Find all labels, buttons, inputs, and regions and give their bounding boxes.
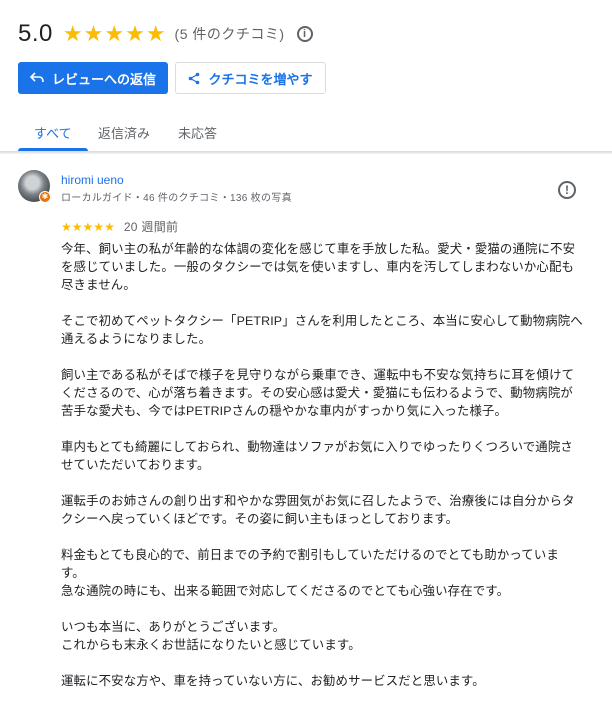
tabs-divider xyxy=(0,151,612,154)
get-more-reviews-button[interactable]: クチコミを増やす xyxy=(175,62,326,94)
review-time: 20 週間前 xyxy=(123,220,179,234)
local-guide-badge-icon: ✱ xyxy=(39,191,51,203)
flag-icon[interactable]: ! xyxy=(558,181,576,199)
review-paragraph: 今年、飼い主の私が年齢的な体調の変化を感じて車を手放した私。愛犬・愛猫の通院に不… xyxy=(61,242,576,292)
review-paragraph: いつも本当に、ありがとうございます。 これからも末永くお世話になりたいと感じてい… xyxy=(61,620,361,652)
tab-unanswered[interactable]: 未応答 xyxy=(178,114,217,150)
review-filter-tabs: すべて 返信済み 未応答 xyxy=(0,114,612,151)
review-paragraph: そこで初めてペットタクシー「PETRIP」さんを利用したところ、本当に安心して動… xyxy=(61,314,583,346)
star-icon: ★ xyxy=(104,21,125,46)
review-paragraph: 運転手のお姉さんの創り出す和やかな雰囲気がお気に召したようで、治療後には自分から… xyxy=(61,494,575,526)
star-icon: ★ xyxy=(145,21,166,46)
review-rating: ★ ★ ★ ★ ★ 20 週間前 xyxy=(61,218,178,235)
avatar[interactable]: ✱ xyxy=(18,170,51,203)
review-author[interactable]: hiromi ueno xyxy=(61,173,124,187)
star-icon: ★ xyxy=(71,219,83,234)
star-icon: ★ xyxy=(61,219,72,234)
review-text: 今年、飼い主の私が年齢的な体調の変化を感じて車を手放した私。愛犬・愛猫の通院に不… xyxy=(61,240,595,708)
star-icon: ★ xyxy=(93,219,105,234)
star-icon: ★ xyxy=(104,219,115,234)
star-icon: ★ xyxy=(125,21,145,46)
reply-icon xyxy=(29,72,44,84)
reply-button-label: レビューへの返信 xyxy=(51,71,156,87)
reply-to-review-button[interactable]: レビューへの返信 xyxy=(18,62,168,94)
review-paragraph: 車内もとても綺麗にしておられ、動物達はソファがお気に入りでゆったりくつろいで通院… xyxy=(61,440,573,472)
review-paragraph: 運転に不安な方や、車を持っていない方に、お勧めサービスだと思います。 xyxy=(61,674,485,688)
info-icon[interactable]: i xyxy=(296,26,313,42)
review-count: (5 件のクチコミ) xyxy=(174,26,285,42)
rating-summary: 5.0 ★ ★ ★ ★ ★ (5 件のクチコミ) i xyxy=(18,18,313,50)
author-meta: ローカルガイド・46 件のクチコミ・136 枚の写真 xyxy=(61,193,292,204)
action-buttons: レビューへの返信 クチコミを増やす xyxy=(18,62,326,94)
tab-all[interactable]: すべて xyxy=(18,114,87,151)
share-icon xyxy=(188,72,200,85)
more-reviews-button-label: クチコミを増やす xyxy=(208,71,313,87)
average-rating: 5.0 xyxy=(18,20,53,47)
tab-replied[interactable]: 返信済み xyxy=(98,114,150,150)
star-icon: ★ xyxy=(62,21,83,46)
review-paragraph: 飼い主である私がそばで様子を見守りながら乗車でき、運転中も不安な気持ちに耳を傾け… xyxy=(61,368,575,418)
review-paragraph: 料金もとても良心的で、前日までの予約で割引もしていただけるのでとても助かっていま… xyxy=(61,548,559,598)
star-icon: ★ xyxy=(83,21,104,46)
star-icon: ★ xyxy=(82,219,94,234)
rating-stars: ★ ★ ★ ★ ★ xyxy=(63,23,167,45)
